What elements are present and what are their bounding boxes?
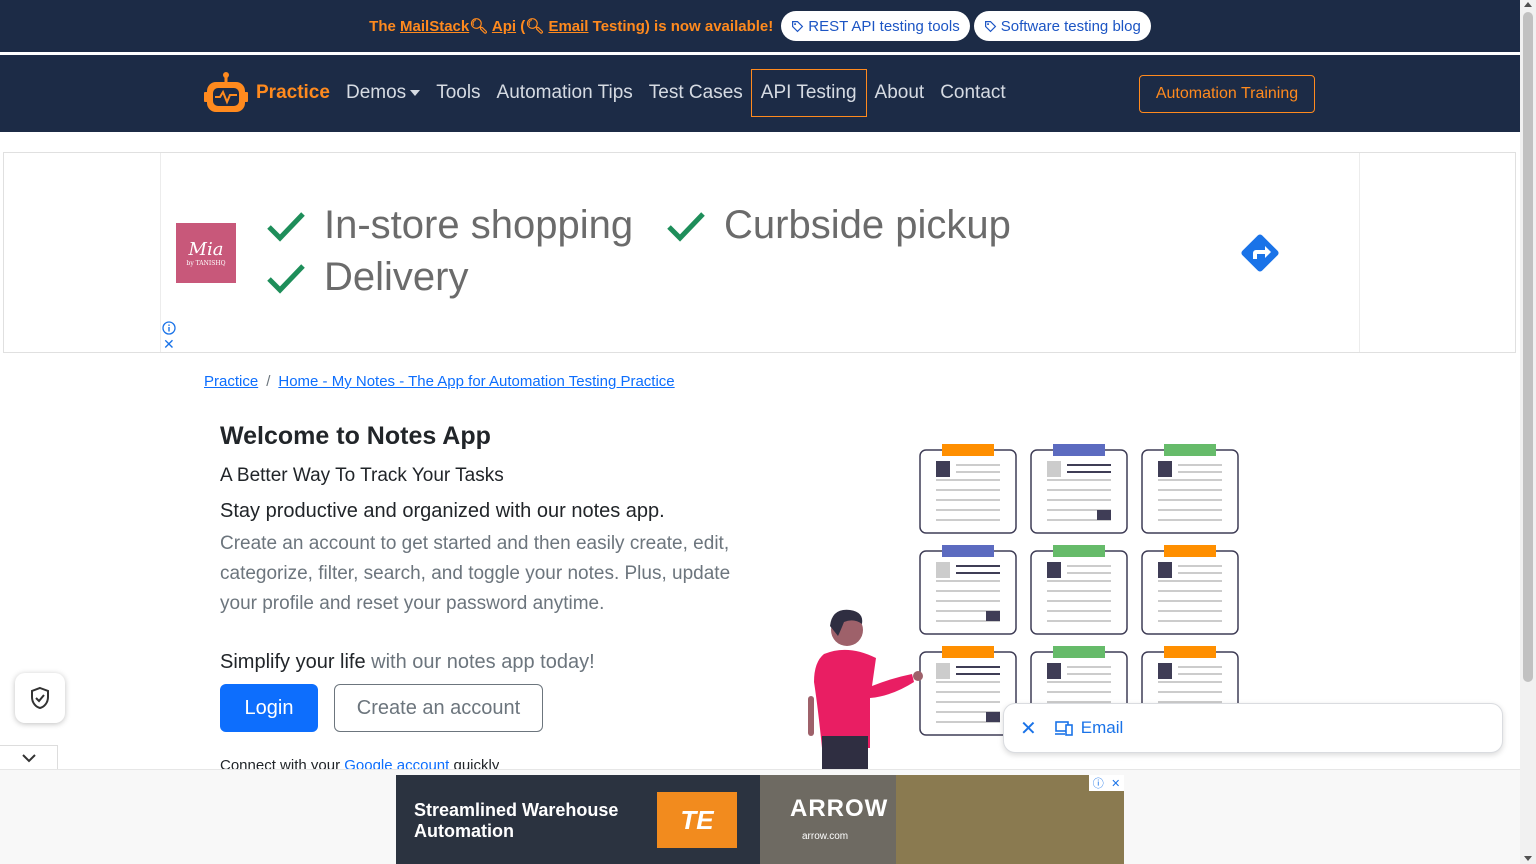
check-icon	[267, 211, 305, 242]
tag-icon	[984, 20, 996, 32]
ad-info-icon[interactable]	[162, 321, 176, 335]
scrollbar-thumb[interactable]	[1523, 12, 1533, 682]
ad-logo-subtext: by TANISHQ	[186, 260, 226, 267]
search-icon: 🔍︎	[525, 18, 545, 35]
lead-text: Stay productive and organized with our n…	[220, 500, 665, 522]
chevron-down-icon	[21, 754, 36, 763]
email-action[interactable]: Email	[1054, 718, 1124, 738]
robot-logo-icon	[204, 72, 248, 112]
breadcrumb-practice-link[interactable]: Practice	[204, 373, 258, 390]
nav-about[interactable]: About	[867, 72, 933, 114]
bottom-ad-headline-line1: Streamlined Warehouse	[414, 800, 619, 820]
nav-links: Demos Tools Automation Tips Test Cases A…	[338, 69, 1014, 117]
announcement-prefix: The	[369, 18, 401, 35]
caret-down-icon	[410, 89, 421, 96]
main-navbar: Practice Demos Tools Automation Tips Tes…	[0, 55, 1520, 132]
devices-icon	[1054, 721, 1073, 736]
check-icon	[267, 263, 305, 294]
shield-check-icon	[31, 686, 49, 710]
ad-item-label: In-store shopping	[324, 203, 634, 247]
directions-icon[interactable]	[1236, 229, 1284, 277]
search-icon: 🔍︎	[469, 18, 489, 35]
scroll-up-arrow-icon[interactable]	[1524, 2, 1532, 7]
ad-banner-content[interactable]	[160, 153, 1360, 352]
login-button[interactable]: Login	[220, 684, 318, 732]
page-subtitle: A Better Way To Track Your Tasks	[220, 465, 504, 486]
ad-brand-logo[interactable]: Mia by TANISHQ	[176, 223, 236, 283]
bottom-ad-headline: Streamlined Warehouse Automation	[414, 800, 618, 842]
tag-icon	[792, 20, 804, 32]
nav-tools[interactable]: Tools	[428, 72, 488, 114]
software-testing-blog-pill[interactable]: Software testing blog	[973, 11, 1151, 41]
announcement-paren: (	[516, 18, 526, 35]
ad-item-curbside: Curbside pickup	[666, 203, 1011, 248]
ad-info-icon[interactable]: ⓘ	[1093, 775, 1104, 791]
scroll-down-arrow-icon[interactable]	[1524, 856, 1532, 861]
description-text: Create an account to get started and the…	[220, 533, 731, 614]
create-account-button[interactable]: Create an account	[334, 684, 543, 732]
announcement-bar: The MailStack🔍︎ Api (🔍︎ Email Testing) i…	[0, 0, 1520, 52]
automation-training-button[interactable]: Automation Training	[1139, 75, 1315, 113]
email-label: Email	[1080, 718, 1124, 737]
breadcrumb: Practice / Home - My Notes - The App for…	[204, 373, 675, 390]
bottom-ad-headline-line2: Automation	[414, 821, 514, 841]
connect-suffix: quickly	[449, 757, 500, 769]
collapse-ad-button[interactable]	[0, 745, 58, 771]
nav-demos-dropdown[interactable]: Demos	[338, 72, 428, 114]
connect-google-text: Connect with your Google account quickly	[220, 757, 499, 769]
bottom-ad[interactable]: Streamlined Warehouse Automation TE ARROW…	[396, 775, 1124, 864]
nav-api-testing[interactable]: API Testing	[750, 69, 867, 117]
ad-item-delivery: Delivery	[266, 255, 468, 300]
ad-logo-text: Mia	[188, 239, 224, 260]
ad-close-icon[interactable]: ✕	[163, 337, 175, 351]
privacy-shield-button[interactable]	[15, 673, 65, 723]
arrow-logo: ARROW	[790, 795, 889, 822]
brand-label: Practice	[256, 82, 330, 103]
check-icon	[667, 211, 705, 242]
announcement-suffix: Testing) is now available!	[588, 18, 774, 35]
software-testing-blog-label: Software testing blog	[1000, 17, 1141, 35]
rest-api-tools-pill[interactable]: REST API testing tools	[781, 11, 970, 41]
google-account-link[interactable]: Google account	[344, 757, 449, 769]
bottom-ad-controls: ⓘ ✕	[1089, 775, 1124, 791]
breadcrumb-separator: /	[266, 373, 271, 390]
rest-api-tools-label: REST API testing tools	[808, 17, 960, 35]
email-testing-link[interactable]: Email	[548, 18, 588, 35]
ad-close-icon[interactable]: ✕	[1111, 777, 1120, 790]
page-title: Welcome to Notes App	[220, 422, 491, 450]
breadcrumb-current-link[interactable]: Home - My Notes - The App for Automation…	[278, 373, 674, 390]
email-popup: ✕ Email	[1003, 703, 1503, 753]
mailstack-link[interactable]: MailStack	[400, 18, 469, 35]
te-logo: TE	[657, 792, 737, 848]
brand-link[interactable]: Practice	[204, 71, 330, 115]
ad-item-label: Curbside pickup	[724, 203, 1011, 247]
nav-automation-tips[interactable]: Automation Tips	[489, 72, 641, 114]
simplify-text: Simplify your life with our notes app to…	[220, 651, 595, 674]
ad-item-label: Delivery	[324, 255, 469, 299]
nav-contact[interactable]: Contact	[932, 72, 1013, 114]
arrow-url: arrow.com	[802, 831, 849, 842]
announcement-message: The MailStack🔍︎ Api (🔍︎ Email Testing) i…	[369, 17, 773, 35]
nav-demos-label: Demos	[346, 82, 407, 103]
ad-item-instore: In-store shopping	[266, 203, 633, 248]
nav-test-cases[interactable]: Test Cases	[641, 72, 751, 114]
connect-prefix: Connect with your	[220, 757, 345, 769]
simplify-dark: Simplify your life	[220, 651, 366, 673]
close-icon[interactable]: ✕	[1020, 716, 1037, 741]
simplify-rest: with our notes app today!	[365, 651, 595, 673]
api-link[interactable]: Api	[492, 18, 516, 35]
